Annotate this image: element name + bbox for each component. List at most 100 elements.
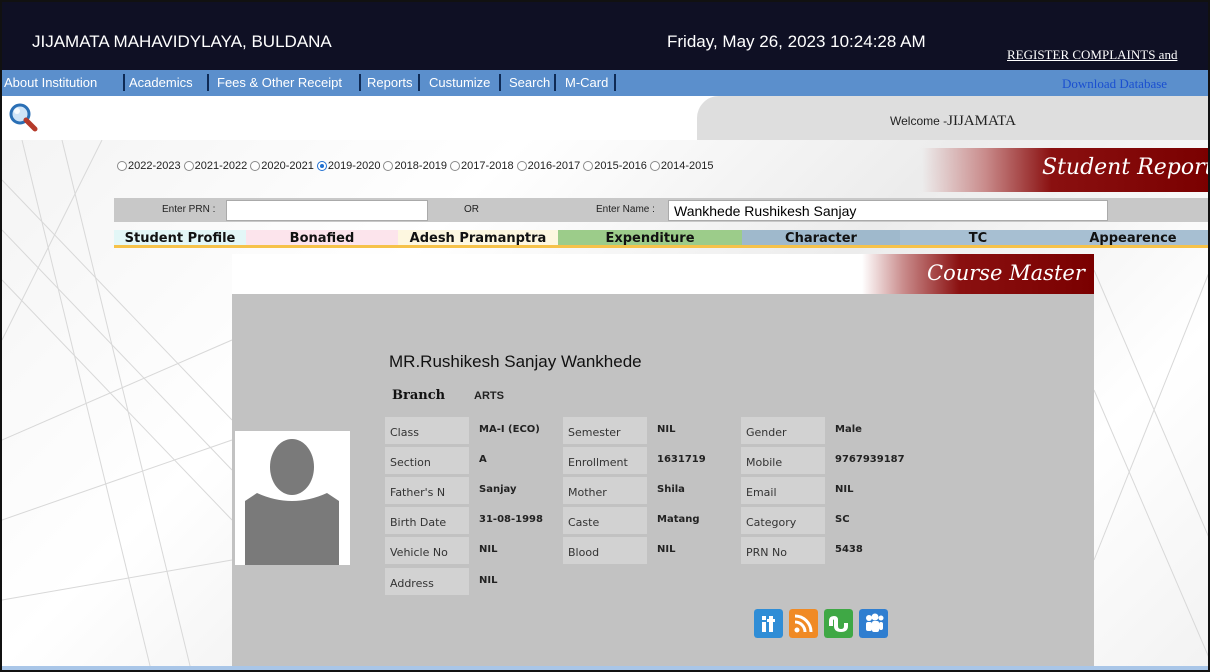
father-name-value: Sanjay [479, 484, 517, 495]
branch-value: ARTS [474, 390, 504, 402]
magnifier-search-icon[interactable] [8, 102, 38, 132]
vehicle-no-value: NIL [479, 544, 498, 555]
father-name-label: Father's N [385, 477, 469, 504]
tab-adesh-pramanptra[interactable]: Adesh Pramanptra [398, 230, 558, 248]
birth-date-value: 31-08-1998 [479, 514, 543, 525]
app-window: JIJAMATA MAHAVIDYLAYA, BULDANA Friday, M… [0, 0, 1210, 672]
social-icons [754, 609, 894, 638]
caste-value: Matang [657, 514, 700, 525]
section-value: A [479, 454, 487, 465]
class-value: MA-I (ECO) [479, 424, 540, 435]
tab-tc[interactable]: TC [900, 230, 1056, 248]
menu-m-card[interactable]: M-Card [565, 75, 608, 90]
menu-separator [554, 74, 556, 91]
radio-button[interactable] [516, 161, 527, 171]
blood-label: Blood [563, 537, 647, 564]
prn-no-label: PRN No [741, 537, 825, 564]
myspace-icon[interactable] [859, 609, 888, 638]
session-option-selected[interactable]: 2019-2020 [316, 160, 380, 172]
stumbleupon-icon[interactable] [824, 609, 853, 638]
menu-about-institution[interactable]: About Institution [4, 75, 97, 90]
vehicle-no-label: Vehicle No [385, 537, 469, 564]
student-full-name: MR.Rushikesh Sanjay Wankhede [389, 352, 642, 371]
current-datetime: Friday, May 26, 2023 10:24:28 AM [667, 32, 926, 51]
mother-label: Mother [563, 477, 647, 504]
tab-bonafied[interactable]: Bonafied [246, 230, 398, 248]
menu-separator [359, 74, 361, 91]
tab-appearence[interactable]: Appearence [1056, 230, 1208, 248]
footer-strip [2, 666, 1208, 670]
class-label: Class [385, 417, 469, 444]
menu-academics[interactable]: Academics [129, 75, 193, 90]
avatar-placeholder-icon [235, 431, 350, 565]
student-profile-panel [232, 294, 1094, 670]
radio-button[interactable] [117, 161, 127, 171]
mobile-label: Mobile [741, 447, 825, 474]
register-complaints-link[interactable]: REGISTER COMPLAINTS and [1007, 47, 1177, 63]
welcome-message: Welcome -JIJAMATA [890, 113, 1016, 130]
menu-separator [207, 74, 209, 91]
semester-label: Semester [563, 417, 647, 444]
prn-input[interactable] [226, 200, 428, 221]
menu-fees-receipt[interactable]: Fees & Other Receipt [217, 75, 342, 90]
menu-reports[interactable]: Reports [367, 75, 413, 90]
session-option[interactable]: 2018-2019 [383, 160, 447, 172]
address-label: Address [385, 568, 469, 595]
tab-student-profile[interactable]: Student Profile [114, 230, 246, 248]
section-label: Section [385, 447, 469, 474]
radio-button-checked[interactable] [316, 161, 327, 171]
session-option[interactable]: 2022-2023 [117, 160, 181, 172]
welcome-prefix: Welcome - [890, 114, 948, 128]
session-option[interactable]: 2021-2022 [183, 160, 247, 172]
radio-button[interactable] [250, 161, 261, 171]
student-report-title: Student Report [1042, 155, 1210, 180]
mobile-value: 9767939187 [835, 454, 905, 465]
student-name-input[interactable] [668, 200, 1108, 221]
session-option[interactable]: 2015-2016 [583, 160, 647, 172]
or-label: OR [464, 204, 479, 215]
menu-separator [614, 74, 616, 91]
radio-button[interactable] [649, 161, 660, 171]
email-label: Email [741, 477, 825, 504]
download-database-link[interactable]: Download Database [1062, 76, 1167, 92]
caste-label: Caste [563, 507, 647, 534]
category-value: SC [835, 514, 850, 525]
menu-separator [123, 74, 125, 91]
rss-icon[interactable] [789, 609, 818, 638]
semester-value: NIL [657, 424, 676, 435]
name-label: Enter Name : [596, 204, 655, 215]
enrollment-value: 1631719 [657, 454, 706, 465]
session-option[interactable]: 2017-2018 [450, 160, 514, 172]
mother-value: Shila [657, 484, 685, 495]
student-photo [235, 431, 350, 565]
address-value: NIL [479, 575, 498, 586]
menu-search[interactable]: Search [509, 75, 550, 90]
branch-label: Branch [392, 388, 446, 403]
tab-expenditure[interactable]: Expenditure [558, 230, 742, 248]
birth-date-label: Birth Date [385, 507, 469, 534]
enrollment-label: Enrollment [563, 447, 647, 474]
gender-label: Gender [741, 417, 825, 444]
info-icon[interactable] [754, 609, 783, 638]
main-menu: About Institution Academics Fees & Other… [2, 70, 1208, 96]
radio-button[interactable] [383, 161, 394, 171]
email-value: NIL [835, 484, 854, 495]
prn-no-value: 5438 [835, 544, 863, 555]
report-tabs: Student Profile Bonafied Adesh Pramanptr… [114, 230, 1208, 248]
course-master-title: Course Master [927, 261, 1085, 285]
category-label: Category [741, 507, 825, 534]
tab-character[interactable]: Character [742, 230, 900, 248]
prn-label: Enter PRN : [162, 204, 216, 215]
session-option[interactable]: 2020-2021 [250, 160, 314, 172]
menu-separator [418, 74, 420, 91]
session-option[interactable]: 2014-2015 [649, 160, 713, 172]
institution-title: JIJAMATA MAHAVIDYLAYA, BULDANA [32, 32, 332, 51]
radio-button[interactable] [183, 161, 194, 171]
menu-customize[interactable]: Custumize [429, 75, 490, 90]
session-option[interactable]: 2016-2017 [516, 160, 580, 172]
radio-button[interactable] [450, 161, 461, 171]
menu-separator [499, 74, 501, 91]
radio-button[interactable] [583, 161, 594, 171]
blood-value: NIL [657, 544, 676, 555]
gender-value: Male [835, 424, 862, 435]
